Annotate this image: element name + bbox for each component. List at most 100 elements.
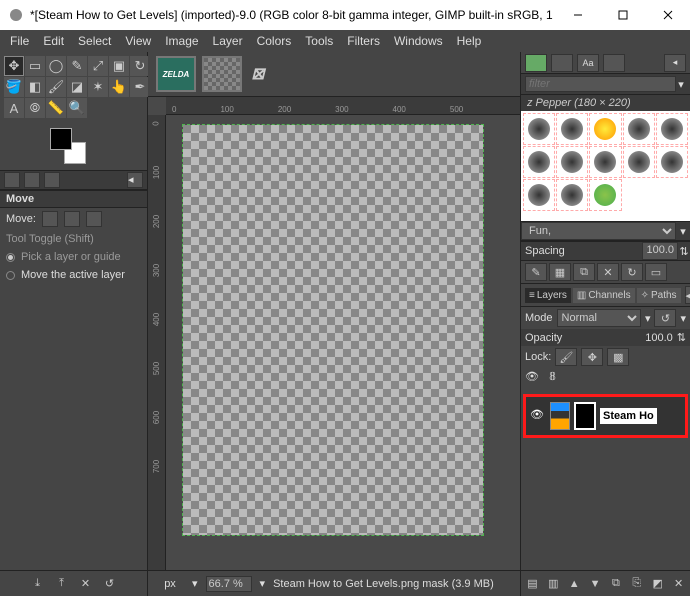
- duplicate-layer-icon[interactable]: ⧉: [609, 576, 624, 592]
- layer-thumbnail[interactable]: [550, 402, 570, 430]
- tool-color-picker[interactable]: ⦾: [25, 98, 45, 118]
- tool-text[interactable]: A: [4, 98, 24, 118]
- ruler-vertical[interactable]: 0 100 200 300 400 500 600 700: [148, 115, 166, 570]
- tool-zoom[interactable]: 🔍: [67, 98, 87, 118]
- unit-select[interactable]: px: [156, 578, 184, 590]
- tab-history[interactable]: [603, 54, 625, 72]
- image-thumb[interactable]: ZELDA: [156, 56, 196, 92]
- zoom-field[interactable]: [206, 576, 252, 592]
- layers-menu-button[interactable]: ◂: [685, 286, 690, 304]
- brush-dup-button[interactable]: ⧉: [573, 263, 595, 281]
- window-close-button[interactable]: [645, 0, 690, 30]
- tool-transform[interactable]: ▣: [109, 56, 129, 76]
- move-mode-path[interactable]: [86, 211, 102, 227]
- reset-tool-preset-icon[interactable]: ↺: [102, 576, 118, 592]
- menu-tools[interactable]: Tools: [299, 32, 339, 50]
- chevron-down-icon[interactable]: ▾: [645, 312, 651, 325]
- chevron-down-icon[interactable]: ▾: [680, 312, 686, 325]
- menu-image[interactable]: Image: [159, 32, 204, 50]
- brush-item[interactable]: [656, 113, 688, 145]
- layer-group-icon[interactable]: ▥: [546, 576, 561, 592]
- layer-mask-thumbnail[interactable]: [574, 402, 596, 430]
- tool-rect-select[interactable]: ▭: [25, 56, 45, 76]
- move-mode-layer[interactable]: [42, 211, 58, 227]
- panel-menu-button[interactable]: ◂: [664, 54, 686, 72]
- menu-edit[interactable]: Edit: [37, 32, 70, 50]
- color-swatches[interactable]: [50, 128, 86, 164]
- brush-item[interactable]: [556, 179, 588, 211]
- window-maximize-button[interactable]: [600, 0, 645, 30]
- tool-warp[interactable]: ↻: [130, 56, 150, 76]
- brush-new-button[interactable]: ▦: [549, 263, 571, 281]
- filter-dropdown-icon[interactable]: ▾: [676, 78, 686, 91]
- dock-tab-images[interactable]: [44, 172, 60, 188]
- lower-layer-icon[interactable]: ▼: [588, 576, 603, 592]
- layer-name[interactable]: Steam Ho: [600, 408, 657, 424]
- tab-layers[interactable]: ≡ Layers: [525, 288, 571, 303]
- save-tool-preset-icon[interactable]: ⤓: [30, 576, 46, 592]
- tool-path[interactable]: ✒: [130, 77, 150, 97]
- lock-position-button[interactable]: ✥: [581, 348, 603, 366]
- tool-gradient[interactable]: ◧: [25, 77, 45, 97]
- brush-item[interactable]: [589, 146, 621, 178]
- fg-color-swatch[interactable]: [50, 128, 72, 150]
- brush-item[interactable]: [556, 146, 588, 178]
- brush-item[interactable]: [656, 146, 688, 178]
- new-layer-icon[interactable]: ▤: [525, 576, 540, 592]
- blend-mode-select[interactable]: Normal: [557, 309, 641, 327]
- dock-menu-button[interactable]: ◂: [127, 172, 143, 188]
- brush-item[interactable]: [589, 113, 621, 145]
- spacing-stepper[interactable]: ⇅: [678, 245, 690, 258]
- menu-help[interactable]: Help: [451, 32, 488, 50]
- tool-eraser[interactable]: ◪: [67, 77, 87, 97]
- tool-smudge[interactable]: 👆: [109, 77, 129, 97]
- delete-layer-icon[interactable]: ✕: [671, 576, 686, 592]
- tool-clone[interactable]: ✶: [88, 77, 108, 97]
- brush-item[interactable]: [523, 113, 555, 145]
- opacity-stepper[interactable]: ⇅: [677, 331, 686, 344]
- tool-paintbrush[interactable]: 🖌: [46, 77, 66, 97]
- raise-layer-icon[interactable]: ▲: [567, 576, 582, 592]
- dock-tab-device[interactable]: [24, 172, 40, 188]
- mode-reset-button[interactable]: ↺: [654, 309, 676, 327]
- brush-del-button[interactable]: ✕: [597, 263, 619, 281]
- window-minimize-button[interactable]: [555, 0, 600, 30]
- close-image-button[interactable]: ⊠: [248, 56, 268, 92]
- menu-view[interactable]: View: [119, 32, 157, 50]
- tab-patterns[interactable]: [551, 54, 573, 72]
- brush-grid[interactable]: [521, 111, 690, 221]
- restore-tool-preset-icon[interactable]: ⤒: [54, 576, 70, 592]
- spacing-value[interactable]: 100.0: [642, 242, 678, 260]
- brush-item[interactable]: [623, 113, 655, 145]
- menu-layer[interactable]: Layer: [207, 32, 249, 50]
- menu-file[interactable]: File: [4, 32, 35, 50]
- menu-colors[interactable]: Colors: [251, 32, 298, 50]
- brush-open-button[interactable]: ▭: [645, 263, 667, 281]
- tool-free-select[interactable]: ◯: [46, 56, 66, 76]
- lock-alpha-button[interactable]: ▩: [607, 348, 629, 366]
- layer-row[interactable]: 👁 Steam Ho: [523, 394, 688, 438]
- brush-filter-input[interactable]: [525, 76, 676, 92]
- brush-item[interactable]: [556, 113, 588, 145]
- tool-fuzzy-select[interactable]: ✎: [67, 56, 87, 76]
- brush-item[interactable]: [623, 146, 655, 178]
- brush-refresh-button[interactable]: ↻: [621, 263, 643, 281]
- tab-fonts[interactable]: Aa: [577, 54, 599, 72]
- mask-layer-icon[interactable]: ◩: [650, 576, 665, 592]
- radio-move-active[interactable]: [6, 271, 15, 280]
- tool-measure[interactable]: 📏: [46, 98, 66, 118]
- brush-item-selected[interactable]: [589, 179, 621, 211]
- tab-paths[interactable]: ✧ Paths: [637, 288, 681, 303]
- canvas[interactable]: [183, 125, 483, 535]
- mask-thumb[interactable]: [202, 56, 242, 92]
- menu-filters[interactable]: Filters: [341, 32, 386, 50]
- merge-layer-icon[interactable]: ⎘: [629, 576, 644, 592]
- chevron-down-icon[interactable]: ▾: [260, 577, 266, 590]
- menu-select[interactable]: Select: [72, 32, 117, 50]
- lock-pixels-button[interactable]: 🖌: [555, 348, 577, 366]
- tab-channels[interactable]: ▥ Channels: [573, 288, 635, 303]
- dock-tab-tool-options[interactable]: [4, 172, 20, 188]
- chevron-down-icon[interactable]: ▾: [676, 225, 690, 238]
- tool-move[interactable]: ✥: [4, 56, 24, 76]
- tool-bucket[interactable]: 🪣: [4, 77, 24, 97]
